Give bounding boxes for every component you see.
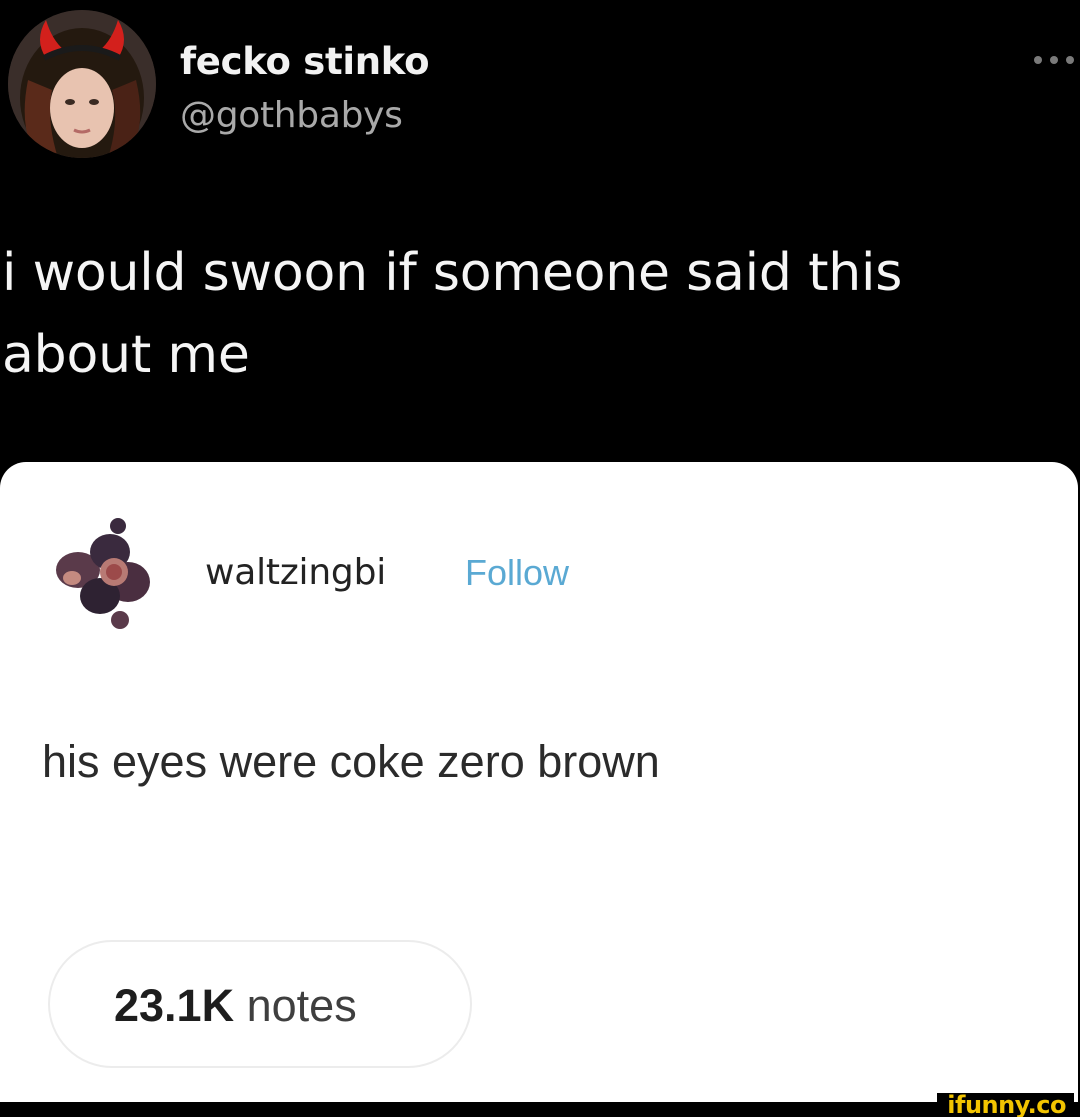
notes-count-button[interactable]: 23.1K notes	[48, 940, 472, 1068]
screenshot-page: fecko stinko @gothbabys i would swoon if…	[0, 0, 1080, 1117]
notes-count: 23.1K	[114, 980, 235, 1031]
figs-avatar-icon[interactable]	[40, 508, 168, 636]
embedded-post-image[interactable]: waltzingbi Follow his eyes were coke zer…	[0, 462, 1078, 1102]
tweet-handle[interactable]: @gothbabys	[180, 95, 403, 136]
tweet-text-line-2: about me	[2, 325, 250, 385]
embedded-post-body: his eyes were coke zero brown	[42, 736, 660, 787]
profile-photo-icon	[8, 10, 156, 158]
more-options-icon[interactable]	[1030, 50, 1078, 70]
tweet-text-line-1: i would swoon if someone said this	[2, 243, 903, 303]
follow-link[interactable]: Follow	[465, 552, 569, 594]
ifunny-watermark: ifunny.co	[937, 1093, 1074, 1117]
tweet-author-avatar[interactable]	[8, 10, 156, 158]
tweet-text: i would swoon if someone said this about…	[2, 232, 1062, 396]
tweet-display-name[interactable]: fecko stinko	[180, 40, 430, 83]
embedded-post-username[interactable]: waltzingbi	[205, 552, 386, 593]
notes-text: 23.1K notes	[114, 980, 357, 1032]
notes-label: notes	[246, 980, 357, 1031]
